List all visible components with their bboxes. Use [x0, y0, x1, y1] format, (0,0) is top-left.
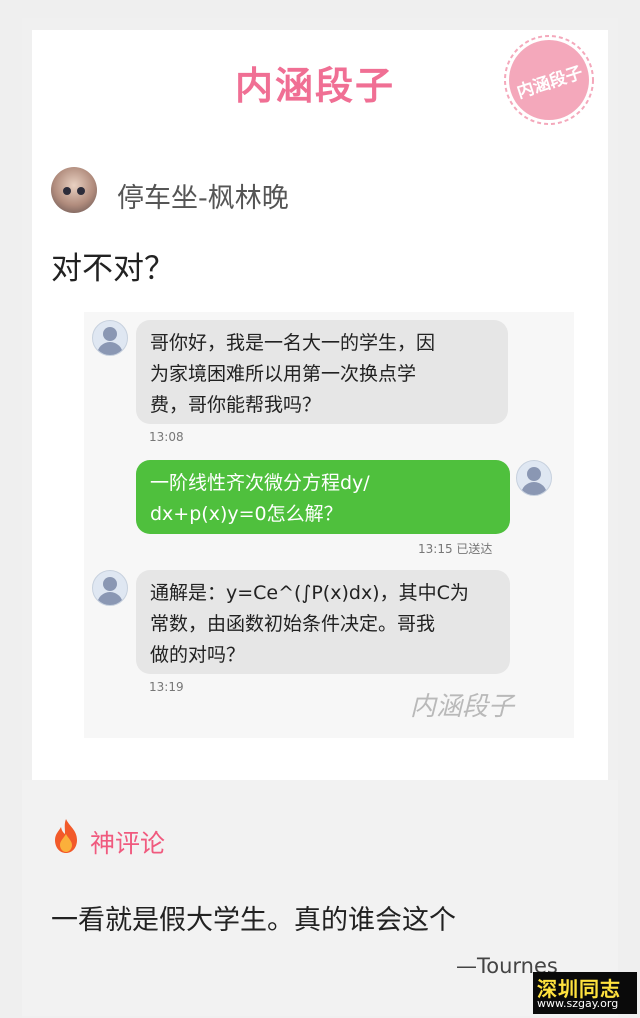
message-bubble-received: 哥你好，我是一名大一的学生，因 为家境困难所以用第一次换点学 费，哥你能帮我吗？ [136, 320, 508, 424]
message-line: 为家境困难所以用第一次换点学 [150, 363, 417, 385]
post-text: 对不对？ [51, 251, 175, 287]
user-avatar[interactable] [51, 167, 97, 213]
comments-title: 神评论 [90, 829, 166, 858]
contact-avatar-icon [92, 570, 128, 606]
contact-avatar-icon [92, 320, 128, 356]
message-line: 费，哥你能帮我吗？ [150, 394, 322, 416]
message-line: 一阶线性齐次微分方程dy/ [150, 472, 370, 494]
message-line: dx+p(x)y=0怎么解？ [150, 503, 343, 525]
stamp-icon: 内涵段子 [504, 35, 594, 125]
site-badge-url: www.szgay.org [537, 997, 619, 1010]
comment-text: 一看就是假大学生。真的谁会这个 [51, 905, 456, 936]
my-avatar-icon [516, 460, 552, 496]
chat-screenshot: 哥你好，我是一名大一的学生，因 为家境困难所以用第一次换点学 费，哥你能帮我吗？… [84, 312, 574, 738]
message-bubble-received: 通解是：y=Ce^(∫P(x)dx)，其中C为 常数，由函数初始条件决定。哥我 … [136, 570, 510, 674]
message-line: 通解是：y=Ce^(∫P(x)dx)，其中C为 [150, 582, 469, 604]
message-line: 做的对吗？ [150, 644, 246, 666]
site-badge[interactable]: 深圳同志 www.szgay.org [533, 972, 637, 1014]
message-line: 常数，由函数初始条件决定。哥我 [150, 613, 436, 635]
username[interactable]: 停车坐-枫林晚 [117, 176, 289, 215]
message-time: 13:15 已送达 [418, 542, 493, 556]
message-line: 哥你好，我是一名大一的学生，因 [150, 332, 436, 354]
brand-logo: 内涵段子 [234, 64, 395, 108]
message-time: 13:08 [149, 430, 184, 444]
flame-icon [55, 819, 77, 853]
message-time: 13:19 [149, 680, 184, 694]
watermark: 内涵段子 [410, 692, 515, 722]
message-bubble-sent: 一阶线性齐次微分方程dy/ dx+p(x)y=0怎么解？ [136, 460, 510, 534]
